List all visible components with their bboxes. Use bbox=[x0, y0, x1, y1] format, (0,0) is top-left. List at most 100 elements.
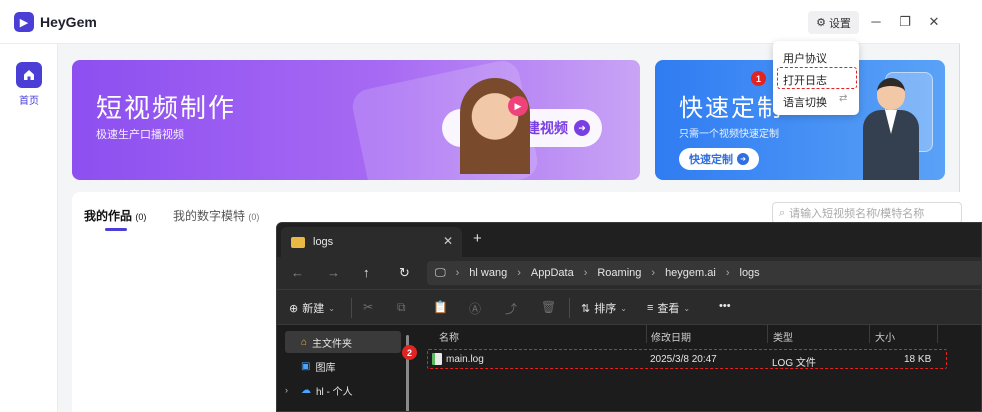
folder-icon bbox=[291, 237, 305, 248]
sidebar: 首页 bbox=[0, 44, 58, 412]
log-file-icon bbox=[432, 353, 442, 365]
swap-icon: ⇄ bbox=[839, 93, 848, 104]
nav-item-onedrive-label: hl - 个人 bbox=[316, 386, 353, 398]
new-label: 新建 bbox=[302, 303, 325, 315]
refresh-icon[interactable]: ↻ bbox=[399, 265, 410, 281]
file-size: 18 KB bbox=[904, 354, 932, 365]
file-row[interactable]: main.log 2025/3/8 20:47 LOG 文件 18 KB bbox=[427, 349, 947, 369]
file-name: main.log bbox=[446, 354, 484, 365]
file-modified: 2025/3/8 20:47 bbox=[650, 354, 717, 365]
nav-item-home-label: 主文件夹 bbox=[312, 338, 353, 350]
view-label: 查看 bbox=[657, 303, 680, 315]
rename-icon[interactable]: Ⓐ bbox=[469, 300, 481, 317]
sort-label: 排序 bbox=[594, 303, 617, 315]
play-icon: ▶ bbox=[508, 96, 528, 116]
heygem-logo-icon: ▶ bbox=[14, 12, 34, 32]
tab-my-models[interactable]: 我的数字模特 (0) bbox=[173, 207, 259, 224]
businessman-avatar bbox=[855, 74, 925, 180]
tab-my-works-count: (0) bbox=[135, 212, 147, 222]
minimize-button[interactable]: ─ bbox=[868, 14, 884, 29]
column-divider bbox=[646, 325, 647, 343]
sort-icon: ⇅ bbox=[581, 302, 591, 315]
close-button[interactable]: ✕ bbox=[926, 14, 942, 30]
annotation-marker-1: 1 bbox=[751, 71, 766, 86]
column-divider bbox=[767, 325, 768, 343]
share-icon[interactable]: ⤴ bbox=[505, 300, 517, 317]
paste-icon[interactable]: 📋 bbox=[433, 300, 448, 314]
arrow-right-icon: ➜ bbox=[574, 120, 590, 136]
tab-my-models-label: 我的数字模特 bbox=[173, 209, 246, 223]
up-arrow-icon[interactable]: ↑ bbox=[363, 265, 370, 280]
cloud-icon: ☁ bbox=[301, 384, 311, 396]
new-tab-button[interactable]: + bbox=[473, 230, 482, 247]
menu-item-language[interactable]: 语言切换 bbox=[783, 94, 827, 110]
toolbar-divider bbox=[351, 298, 352, 318]
tab-my-models-count: (0) bbox=[248, 212, 260, 222]
view-button[interactable]: ≡ 查看 ⌄ bbox=[647, 300, 690, 316]
breadcrumb-logs[interactable]: logs bbox=[740, 267, 760, 279]
breadcrumb-roaming[interactable]: Roaming bbox=[597, 267, 641, 279]
banner-subtitle: 极速生产口播视频 bbox=[96, 129, 184, 141]
column-divider bbox=[869, 325, 870, 343]
nav-item-gallery-label: 图库 bbox=[315, 362, 336, 374]
cut-icon[interactable]: ✂ bbox=[363, 300, 373, 314]
breadcrumb-appdata[interactable]: AppData bbox=[531, 267, 574, 279]
settings-button[interactable]: ⚙ 设置 bbox=[808, 11, 859, 34]
file-explorer-window: logs ✕ + ← → ↑ ↻ 🖵 › hl wang › AppData ›… bbox=[276, 222, 982, 412]
nav-item-home[interactable]: ⌂ 主文件夹 bbox=[285, 331, 401, 353]
tab-my-works[interactable]: 我的作品 (0) bbox=[84, 207, 146, 224]
explorer-tab[interactable]: logs ✕ bbox=[281, 227, 462, 257]
column-size[interactable]: 大小 bbox=[875, 329, 895, 344]
forward-arrow-icon[interactable]: → bbox=[327, 265, 340, 280]
column-type[interactable]: 类型 bbox=[773, 329, 793, 344]
nav-item-onedrive[interactable]: ☁ hl - 个人 bbox=[285, 379, 401, 401]
banner-right-subtitle: 只需一个视频快速定制 bbox=[679, 129, 779, 140]
new-button[interactable]: ⊕ 新建 ⌄ bbox=[289, 300, 335, 316]
breadcrumb-user[interactable]: hl wang bbox=[469, 267, 507, 279]
active-tab-indicator bbox=[105, 228, 127, 231]
explorer-tab-label: logs bbox=[313, 236, 334, 248]
back-arrow-icon[interactable]: ← bbox=[291, 265, 304, 280]
explorer-tab-bar: logs ✕ + bbox=[277, 223, 981, 257]
search-input[interactable]: ⌕ 请输入短视频名称/模特名称 bbox=[772, 202, 962, 224]
title-bar: ▶ HeyGem ⚙ 设置 ─ ❐ ✕ bbox=[0, 0, 960, 44]
presenter-avatar bbox=[460, 78, 530, 174]
column-divider bbox=[937, 325, 938, 343]
delete-icon[interactable]: 🗑 bbox=[541, 300, 556, 314]
sort-button[interactable]: ⇅ 排序 ⌄ bbox=[581, 300, 627, 316]
quick-custom-button[interactable]: 快速定制 ➜ bbox=[679, 148, 759, 170]
chevron-down-icon: ⌄ bbox=[328, 303, 335, 313]
explorer-toolbar: ⊕ 新建 ⌄ ✂ ⧉ 📋 Ⓐ ⤴ 🗑 ⇅ 排序 ⌄ ≡ 查看 ⌄ ••• bbox=[277, 289, 981, 325]
nav-item-gallery[interactable]: ▣ 图库 bbox=[285, 355, 401, 377]
column-modified[interactable]: 修改日期 bbox=[651, 329, 691, 344]
quick-custom-label: 快速定制 bbox=[689, 154, 733, 166]
file-list: 名称 修改日期 类型 大小 main.log 2025/3/8 20:47 LO… bbox=[417, 325, 981, 411]
settings-label: 设置 bbox=[828, 17, 851, 30]
close-tab-icon[interactable]: ✕ bbox=[443, 234, 453, 248]
tab-my-works-label: 我的作品 bbox=[84, 209, 133, 223]
more-options-icon[interactable]: ••• bbox=[719, 300, 731, 312]
chevron-down-icon: ⌄ bbox=[620, 303, 627, 313]
menu-item-open-log[interactable]: 打开日志 bbox=[783, 72, 827, 88]
address-bar[interactable]: 🖵 › hl wang › AppData › Roaming › heygem… bbox=[427, 261, 981, 285]
chevron-down-icon: ⌄ bbox=[683, 303, 691, 313]
settings-dropdown: 用户协议 打开日志 语言切换 ⇄ bbox=[773, 41, 859, 115]
menu-item-user-agreement[interactable]: 用户协议 bbox=[783, 50, 827, 66]
navigation-pane: ⌂ 主文件夹 ▣ 图库 › ☁ hl - 个人 bbox=[277, 325, 415, 411]
restore-button[interactable]: ❐ bbox=[897, 14, 913, 30]
short-video-banner[interactable]: 短视频制作 极速生产口播视频 创建视频 ➜ ▶ bbox=[72, 60, 640, 180]
address-row: ← → ↑ ↻ 🖵 › hl wang › AppData › Roaming … bbox=[277, 257, 981, 289]
annotation-marker-2: 2 bbox=[402, 345, 417, 360]
search-placeholder: 请输入短视频名称/模特名称 bbox=[789, 208, 925, 220]
banner-title: 短视频制作 bbox=[96, 93, 237, 123]
banner-right-title: 快速定制 bbox=[679, 95, 783, 122]
plus-circle-icon: ⊕ bbox=[289, 302, 299, 315]
breadcrumb-heygem[interactable]: heygem.ai bbox=[665, 267, 716, 279]
gallery-icon: ▣ bbox=[301, 360, 311, 372]
copy-icon[interactable]: ⧉ bbox=[397, 300, 406, 315]
app-name: HeyGem bbox=[40, 14, 97, 30]
home-icon bbox=[24, 70, 34, 80]
search-icon: ⌕ bbox=[779, 206, 786, 219]
column-name[interactable]: 名称 bbox=[439, 329, 459, 344]
nav-home-button[interactable] bbox=[16, 62, 42, 88]
